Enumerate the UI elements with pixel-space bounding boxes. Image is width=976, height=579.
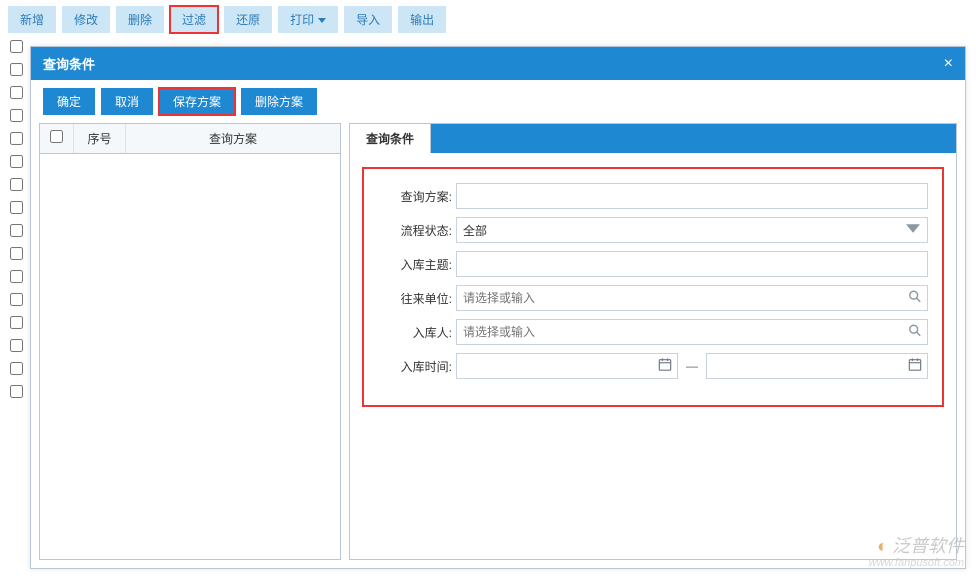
modal-title: 查询条件: [43, 54, 95, 73]
person-label: 入库人:: [378, 324, 456, 341]
grid-header-checkbox: [40, 124, 74, 153]
bg-row-checkbox[interactable]: [10, 63, 23, 76]
bg-row-checkbox[interactable]: [10, 155, 23, 168]
row-time: 入库时间: —: [378, 353, 928, 379]
row-partner: 往来单位:: [378, 285, 928, 311]
modal-toolbar: 确定 取消 保存方案 删除方案: [31, 80, 965, 123]
tab-query-conditions[interactable]: 查询条件: [350, 124, 431, 153]
bg-row-checkbox[interactable]: [10, 247, 23, 260]
cancel-button[interactable]: 取消: [101, 88, 153, 115]
partner-combo[interactable]: [456, 285, 928, 311]
grid-body: [40, 154, 340, 559]
partner-label: 往来单位:: [378, 290, 456, 307]
bg-row-checkbox[interactable]: [10, 86, 23, 99]
background-list-checkboxes: [10, 40, 23, 398]
scheme-input[interactable]: [456, 183, 928, 209]
time-from-input[interactable]: [456, 353, 678, 379]
row-subject: 入库主题:: [378, 251, 928, 277]
query-modal: 查询条件 × 确定 取消 保存方案 删除方案 序号 查询方案 查询条件: [30, 46, 966, 569]
scheme-label: 查询方案:: [378, 188, 456, 205]
modal-header: 查询条件 ×: [31, 47, 965, 80]
row-person: 入库人:: [378, 319, 928, 345]
bg-row-checkbox[interactable]: [10, 316, 23, 329]
grid-header-index: 序号: [74, 124, 126, 153]
ok-button[interactable]: 确定: [43, 88, 95, 115]
close-icon[interactable]: ×: [944, 57, 953, 71]
export-button[interactable]: 输出: [398, 6, 446, 33]
filter-button[interactable]: 过滤: [170, 6, 218, 33]
grid-header-row: 序号 查询方案: [40, 124, 340, 154]
time-label: 入库时间:: [378, 358, 456, 375]
subject-label: 入库主题:: [378, 256, 456, 273]
bg-row-checkbox[interactable]: [10, 339, 23, 352]
modal-body: 序号 查询方案 查询条件 查询方案: 流程状态:: [31, 123, 965, 568]
bg-row-checkbox[interactable]: [10, 270, 23, 283]
grid-header-name: 查询方案: [126, 124, 340, 153]
query-form-panel: 查询条件 查询方案: 流程状态:: [349, 123, 957, 560]
print-button[interactable]: 打印: [278, 6, 338, 33]
person-combo[interactable]: [456, 319, 928, 345]
select-all-checkbox[interactable]: [50, 130, 63, 143]
time-to-input[interactable]: [706, 353, 928, 379]
delete-button[interactable]: 删除: [116, 6, 164, 33]
bg-row-checkbox[interactable]: [10, 385, 23, 398]
query-form: 查询方案: 流程状态:: [362, 167, 944, 407]
status-label: 流程状态:: [378, 222, 456, 239]
bg-row-checkbox[interactable]: [10, 362, 23, 375]
bg-row-checkbox[interactable]: [10, 132, 23, 145]
row-status: 流程状态:: [378, 217, 928, 243]
scheme-grid: 序号 查询方案: [39, 123, 341, 560]
import-button[interactable]: 导入: [344, 6, 392, 33]
bg-row-checkbox[interactable]: [10, 224, 23, 237]
restore-button[interactable]: 还原: [224, 6, 272, 33]
subject-input[interactable]: [456, 251, 928, 277]
bg-row-checkbox[interactable]: [10, 201, 23, 214]
bg-row-checkbox[interactable]: [10, 293, 23, 306]
bg-row-checkbox[interactable]: [10, 109, 23, 122]
bg-row-checkbox[interactable]: [10, 178, 23, 191]
bg-row-checkbox[interactable]: [10, 40, 23, 53]
add-button[interactable]: 新增: [8, 6, 56, 33]
time-separator: —: [684, 359, 700, 373]
delete-scheme-button[interactable]: 删除方案: [241, 88, 317, 115]
edit-button[interactable]: 修改: [62, 6, 110, 33]
tab-bar: 查询条件: [350, 124, 956, 153]
main-toolbar: 新增 修改 删除 过滤 还原 打印 导入 输出: [0, 0, 976, 39]
save-scheme-button[interactable]: 保存方案: [159, 88, 235, 115]
status-select[interactable]: [456, 217, 928, 243]
row-scheme: 查询方案:: [378, 183, 928, 209]
